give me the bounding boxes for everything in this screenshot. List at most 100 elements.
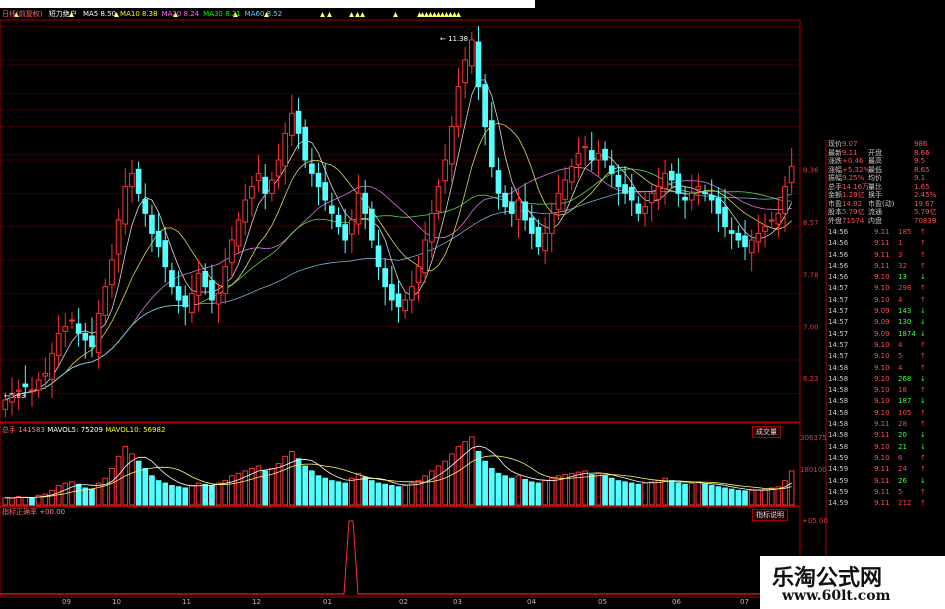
trade-time: 14:56 [828, 261, 849, 270]
up-arrow-icon: ↑ [920, 239, 926, 248]
trade-volume: 4 [898, 340, 903, 349]
price-axis-label: 6.23 [803, 375, 819, 383]
candle-body [169, 270, 175, 288]
volume-bar [768, 487, 775, 506]
quote-rows: 现价 9.07 986 最新 9.11 开盘 8.66 涨跌 +0.46 最高 9.5 涨幅 +5.32… [828, 140, 945, 225]
candle-body [642, 206, 648, 214]
candle-body [222, 266, 229, 294]
trade-row: 14:56 9.10 13 ↓ [828, 272, 945, 283]
down-arrow-icon: ↓ [920, 442, 926, 451]
volume-bar [595, 472, 602, 506]
volume-bar [695, 481, 702, 506]
volume-bar [149, 475, 155, 506]
volume-bar [135, 460, 142, 506]
volume-bar [588, 474, 595, 506]
volume-bar [502, 475, 508, 506]
volume-bar [95, 482, 102, 506]
up-arrow-icon: ↑ [920, 228, 926, 236]
candle-body [389, 284, 395, 301]
trade-row: 14:58 9.10 268 ↓ [828, 374, 945, 385]
date-label: 02 [399, 598, 408, 606]
volume-bar [129, 453, 135, 506]
top-menu-bar[interactable] [0, 0, 535, 8]
volume-bar [495, 472, 502, 506]
volume-bar [322, 477, 329, 506]
trade-volume: 185 [898, 228, 912, 236]
trade-price: 9.11 [874, 420, 890, 429]
up-arrow-icon: ↑ [920, 499, 926, 508]
candle-body [289, 112, 295, 136]
volume-bar [102, 477, 109, 506]
volume-bar [382, 483, 389, 506]
quote-value: 71574 [842, 216, 865, 225]
volume-bar [22, 496, 29, 506]
trade-row: 14:56 9.11 32 ↑ [828, 261, 945, 272]
candle-body [662, 172, 668, 190]
signal-marker-icon [448, 12, 453, 17]
trade-price: 9.10 [874, 374, 890, 383]
trade-row: 14:58 9.10 187 ↓ [828, 396, 945, 407]
volume-bar [349, 477, 355, 506]
quote-panel: 现价 9.07 986 最新 9.11 开盘 8.66 涨跌 +0.46 最高 9.5 涨幅 +5.32… [828, 140, 945, 509]
candle-body [402, 299, 408, 312]
volume-bar [535, 482, 542, 506]
candle-body [102, 286, 109, 316]
volume-bar [369, 480, 375, 506]
trade-row: 14:56 9.11 3 ↑ [828, 250, 945, 261]
trade-volume: 18 [898, 386, 907, 395]
quote-label: 现价 [828, 140, 842, 148]
ma5-line [5, 79, 793, 401]
trade-volume: 13 [898, 273, 907, 282]
volume-bar [175, 486, 182, 506]
candle-body [355, 192, 362, 225]
candle-body [488, 120, 495, 168]
candle-body [309, 163, 315, 174]
candle-body [568, 166, 575, 183]
volume-bar [309, 470, 315, 506]
volume-bar [448, 453, 455, 506]
candle-body [89, 335, 95, 348]
up-arrow-icon: ↑ [920, 453, 926, 462]
ma-legend-1: MA10 8.38 [120, 10, 158, 18]
date-label: 10 [112, 598, 121, 606]
chart-title: 日线(前复权) [2, 10, 43, 18]
candle-body [668, 170, 675, 181]
candle-body [109, 259, 115, 286]
quote-row: 市盈 14.92 市盈(动) 19.67 [828, 200, 945, 209]
mavol10: MAVOL10: 56982 [105, 426, 166, 434]
trade-price: 9.10 [874, 295, 890, 304]
volume-bar [602, 475, 608, 506]
trade-row: 14:56 9.11 185 ↑ [828, 227, 945, 238]
trade-volume: 32 [898, 261, 907, 270]
down-arrow-icon: ↓ [920, 374, 926, 383]
trade-price: 9.11 [874, 499, 890, 508]
candle-body [142, 198, 149, 214]
quote-value: +0.46 [842, 157, 864, 165]
candle-body [209, 280, 215, 301]
candle-body [349, 219, 355, 235]
volume-bar [715, 486, 722, 506]
volume-bar [728, 488, 735, 506]
quote-row: 涨幅 +5.32% 最低 8.65 [828, 166, 945, 175]
signal-marker-icon [444, 12, 449, 17]
candle-body [415, 266, 422, 284]
trade-volume: 143 [898, 307, 912, 316]
volume-bar [735, 489, 742, 506]
trade-time: 14:59 [828, 453, 849, 462]
trade-volume: 268 [898, 374, 912, 383]
trade-list[interactable]: 14:56 9.11 185 ↑ 14:56 9.11 1 ↑ 14:56 9.11 3 ↑ 14:56… [828, 227, 945, 509]
indicator-help-button[interactable]: 指标说明 [752, 509, 788, 521]
quote-label: 量比 [868, 182, 882, 191]
volume-bar [762, 488, 768, 506]
volume-bar [542, 480, 548, 506]
ma-legend: MA5 8.50 MA10 8.38 MA20 8.24 MA30 8.21 MA60 … [83, 10, 286, 18]
trade-row: 14:58 9.11 20 ↓ [828, 430, 945, 441]
quote-label: 最高 [868, 157, 882, 165]
volume-button[interactable]: 成交量 [752, 426, 781, 438]
candles [2, 26, 795, 418]
trade-volume: 20 [898, 431, 907, 440]
volume-bar [422, 475, 428, 506]
quote-row: 股本 5.79亿 流通 5.79亿 [828, 208, 945, 217]
quote-value: 1.65 [914, 182, 930, 191]
quote-label: 市盈 [828, 199, 842, 208]
